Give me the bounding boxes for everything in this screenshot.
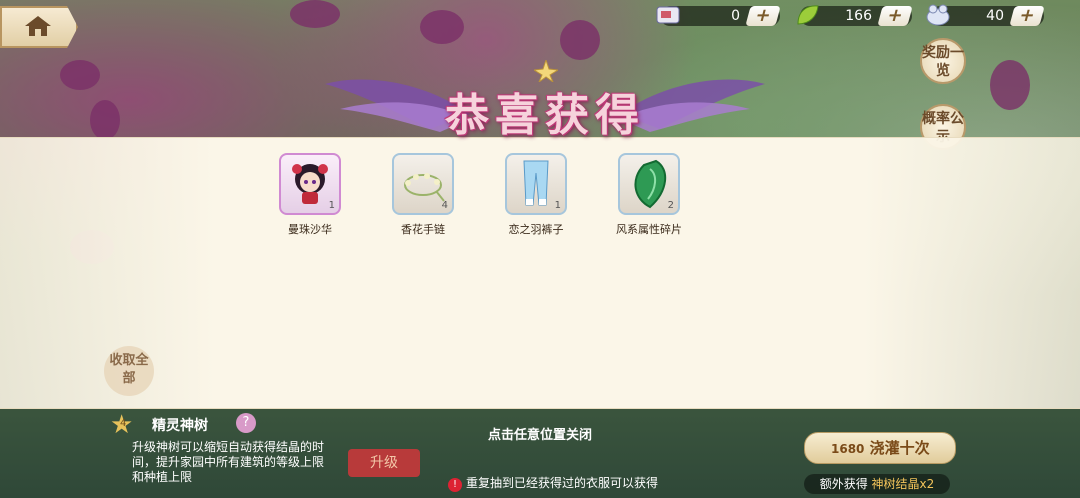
close-hint: 点击任意位置关闭 xyxy=(487,428,592,443)
reward-title: 恭喜获得 xyxy=(445,90,645,141)
home-button[interactable] xyxy=(0,6,78,48)
item-frame: 1 xyxy=(505,153,567,215)
reward-item[interactable]: 4 香花手链 xyxy=(388,153,458,237)
tree-description: 升级神树可以缩短自动获得结晶的时间，提升家园中所有建筑的等级上限和种植上限 xyxy=(132,440,325,484)
resource-leaf: 166 + xyxy=(797,5,913,26)
leaf-icon xyxy=(797,5,819,25)
item-frame: 1 xyxy=(279,153,341,215)
reward-title-banner: 恭喜获得 xyxy=(320,60,770,144)
tree-title: 精灵神树 xyxy=(152,418,208,434)
leaf-count: 166 xyxy=(845,8,872,24)
item-count: 1 xyxy=(554,200,561,211)
rewards-overview-button[interactable]: 奖励一览 xyxy=(920,38,966,84)
item-count: 4 xyxy=(441,200,448,211)
water-cost: 1680 xyxy=(831,442,865,456)
notice-text: 重复抽到已经获得过的衣服可以获得 xyxy=(466,476,659,490)
wisteria-petal xyxy=(990,60,1030,110)
extra-prefix: 额外获得 xyxy=(819,477,868,491)
upgrade-button[interactable]: 升级 xyxy=(348,449,420,477)
wisteria-petal xyxy=(60,60,100,90)
creature-count: 40 xyxy=(986,8,1004,24)
duplicate-notice: ! 重复抽到已经获得过的衣服可以获得 xyxy=(448,474,708,492)
item-name: 香花手链 xyxy=(401,223,445,236)
add-creature-button[interactable]: + xyxy=(1009,5,1045,26)
item-name: 曼珠沙华 xyxy=(288,223,332,236)
water-ten-label: 浇灌十次 xyxy=(869,439,930,457)
reward-item[interactable]: 1 曼珠沙华 xyxy=(275,153,345,237)
item-name: 风系属性碎片 xyxy=(616,223,682,236)
extra-reward-label: 额外获得 神树结晶x2 xyxy=(804,474,950,494)
wisteria-petal xyxy=(90,100,120,140)
tree-level: 4 xyxy=(120,418,127,429)
item-count: 2 xyxy=(667,200,674,211)
item-frame: 4 xyxy=(392,153,454,215)
reward-item[interactable]: 2 风系属性碎片 xyxy=(614,153,684,237)
item-frame: 2 xyxy=(618,153,680,215)
extra-item: 神树结晶x2 xyxy=(871,477,935,491)
wisteria-petal xyxy=(420,10,464,44)
help-icon[interactable]: ? xyxy=(236,413,256,433)
resource-ticket: 0 + xyxy=(656,5,781,26)
tree-label: ★ 4 精灵神树 xyxy=(110,410,250,440)
wisteria-petal xyxy=(560,20,600,60)
reward-item[interactable]: 1 恋之羽裤子 xyxy=(501,153,571,237)
item-count: 1 xyxy=(328,200,335,211)
ticket-count: 0 xyxy=(731,8,740,24)
creature-icon xyxy=(926,4,950,26)
home-icon xyxy=(25,16,51,36)
collect-all-button[interactable]: 收取全部 xyxy=(104,346,154,396)
ticket-icon xyxy=(656,6,680,24)
item-name: 恋之羽裤子 xyxy=(508,223,564,236)
resource-creature: 40 + xyxy=(926,4,1045,26)
add-leaf-button[interactable]: + xyxy=(877,5,913,26)
wisteria-petal xyxy=(290,0,340,28)
warning-icon: ! xyxy=(448,478,462,492)
water-ten-button[interactable]: 1680 浇灌十次 xyxy=(804,432,956,464)
add-ticket-button[interactable]: + xyxy=(745,5,781,26)
